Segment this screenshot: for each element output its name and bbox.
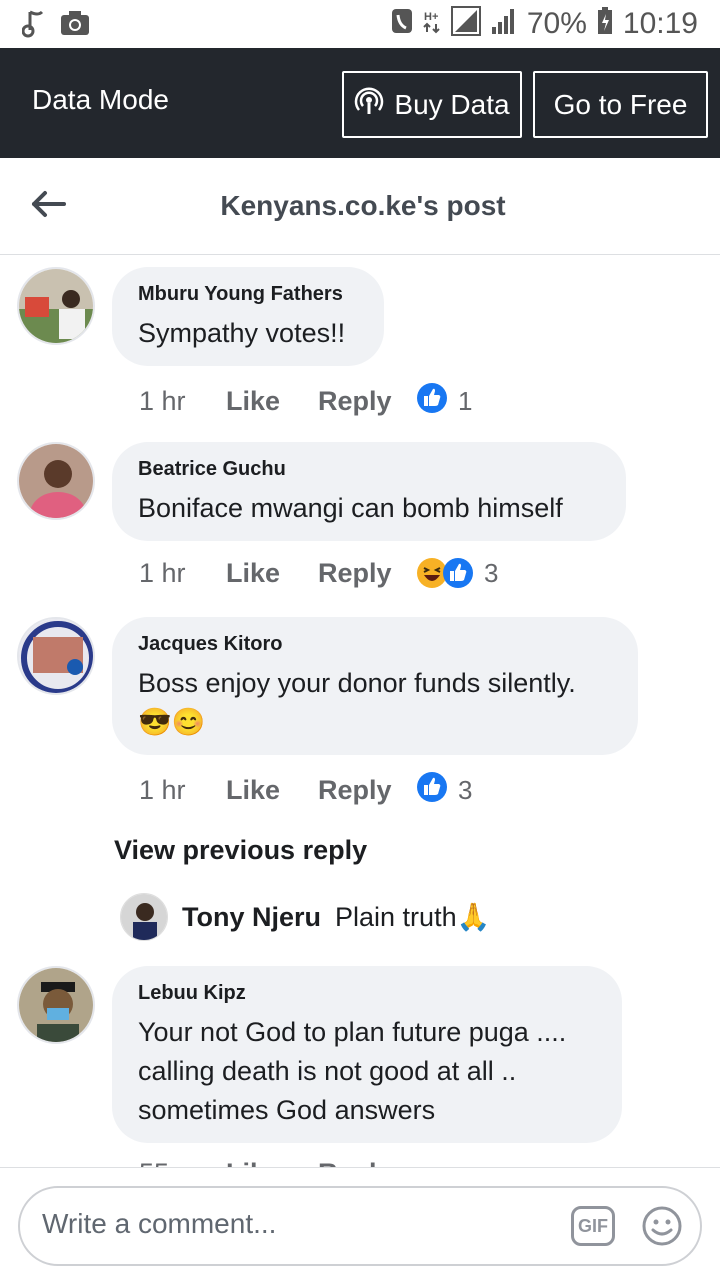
smiley-icon[interactable] (641, 1205, 683, 1247)
comment-text: Boniface mwangi can bomb himself (138, 493, 563, 523)
clock: 10:19 (622, 6, 698, 40)
comments-list: Mburu Young Fathers Sympathy votes!! 1 h… (0, 255, 720, 1167)
hplus-icon: H+ (423, 8, 441, 39)
avatar[interactable] (17, 966, 95, 1044)
comment-author[interactable]: Mburu Young Fathers (138, 283, 358, 306)
reply-button[interactable]: Reply (318, 1158, 416, 1167)
comment-time: 1 hr (139, 386, 186, 416)
avatar[interactable] (120, 893, 168, 941)
comment-bubble: Lebuu Kipz Your not God to plan future p… (112, 966, 622, 1143)
avatar[interactable] (17, 442, 95, 520)
comment-author[interactable]: Lebuu Kipz (138, 982, 596, 1005)
data-mode-bar: Data Mode Buy Data Go to Free (0, 48, 720, 158)
gif-label: GIF (578, 1215, 608, 1236)
like-button[interactable]: Like (226, 775, 318, 806)
battery-icon (597, 7, 613, 40)
comment-author[interactable]: Beatrice Guchu (138, 458, 600, 481)
signal-icon (491, 7, 517, 40)
comment-actions: 1 hr Like Reply 3 (139, 557, 498, 589)
comment-text: Boss enjoy your donor funds silently. (138, 668, 576, 698)
comment-emoji: 😎😊 (138, 707, 206, 737)
avatar[interactable] (17, 267, 95, 345)
reply-preview[interactable]: Tony Njeru Plain truth🙏 (120, 893, 490, 941)
reply-button[interactable]: Reply (318, 558, 416, 589)
signal-icon (450, 6, 481, 41)
reply-button[interactable]: Reply (318, 775, 416, 806)
reaction-icons (416, 557, 474, 589)
view-previous-reply-link[interactable]: View previous reply (114, 835, 367, 866)
reaction-summary[interactable]: 3 (416, 557, 498, 589)
comment-time: 1 hr (139, 775, 186, 805)
gif-icon[interactable]: GIF (571, 1206, 615, 1246)
svg-text:H+: H+ (424, 11, 438, 23)
comment-bubble: Mburu Young Fathers Sympathy votes!! (112, 267, 384, 366)
buy-data-label: Buy Data (394, 88, 510, 120)
avatar[interactable] (17, 617, 95, 695)
reaction-count: 3 (458, 775, 473, 805)
comment-text-line: sometimes God answers (138, 1095, 436, 1125)
comment-bubble: Jacques Kitoro Boss enjoy your donor fun… (112, 617, 638, 755)
comment-bubble: Beatrice Guchu Boniface mwangi can bomb … (112, 442, 626, 541)
comment-actions: 1 hr Like Reply 3 (139, 771, 472, 810)
comment-input[interactable]: Write a comment... GIF (18, 1186, 702, 1266)
reaction-count: 1 (458, 386, 473, 416)
comment-time: 1 hr (139, 557, 186, 588)
comment-time: 55 m (139, 1158, 226, 1167)
data-mode-title: Data Mode (32, 84, 169, 115)
go-to-free-label: Go to Free (553, 88, 688, 120)
comment-text-line: Your not God to plan future puga .... (138, 1017, 567, 1047)
camera-icon (60, 10, 90, 41)
comment-actions: 55 m Like Reply (139, 1158, 416, 1167)
comment-actions: 1 hr Like Reply 1 (139, 382, 472, 421)
like-button[interactable]: Like (226, 558, 318, 589)
reaction-summary[interactable]: 3 (416, 771, 472, 810)
phone-icon (391, 7, 413, 40)
status-bar: H+ 70% 10:19 (0, 0, 720, 48)
post-header: Kenyans.co.ke's post (0, 158, 720, 255)
reply-button[interactable]: Reply (318, 386, 416, 417)
reply-text: Plain truth🙏 (335, 902, 491, 932)
like-reaction-icon (443, 558, 473, 588)
reaction-summary[interactable]: 1 (416, 382, 472, 421)
comment-text-line: calling death is not good at all .. (138, 1056, 517, 1086)
like-reaction-icon (416, 382, 448, 421)
comment-composer: Write a comment... GIF (0, 1167, 720, 1280)
reaction-count: 3 (484, 557, 499, 588)
like-reaction-icon (416, 771, 448, 810)
comment-author[interactable]: Jacques Kitoro (138, 633, 612, 656)
page-title: Kenyans.co.ke's post (220, 190, 506, 221)
like-button[interactable]: Like (226, 1158, 318, 1167)
comment-text: Sympathy votes!! (138, 318, 346, 348)
battery-percent: 70% (526, 6, 587, 40)
go-to-free-button[interactable]: Go to Free (533, 71, 708, 138)
buy-data-button[interactable]: Buy Data (342, 71, 522, 138)
status-bar-left (21, 8, 90, 43)
reply-author[interactable]: Tony Njeru (182, 902, 321, 933)
comment-input-placeholder: Write a comment... (42, 1208, 277, 1239)
music-note-icon (21, 8, 44, 43)
status-bar-right: H+ 70% 10:19 (391, 6, 698, 41)
like-button[interactable]: Like (226, 386, 318, 417)
broadcast-icon (354, 86, 384, 123)
